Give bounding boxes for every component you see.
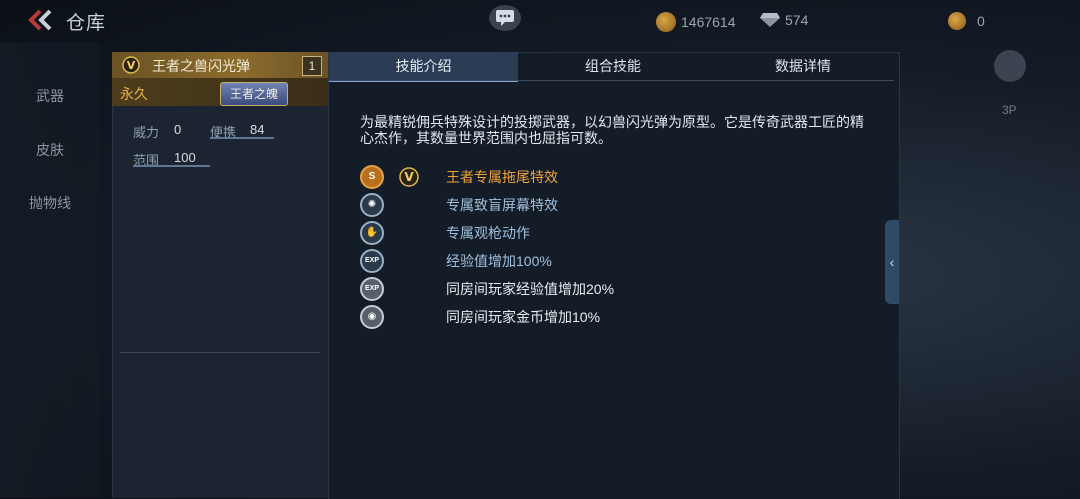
diamond-counter: 574 xyxy=(760,12,808,28)
room-exp-icon: EXP xyxy=(360,277,384,301)
left-nav-background xyxy=(0,42,100,498)
item-description: 为最精锐佣兵特殊设计的投掷武器，以幻兽闪光弹为原型。它是传奇武器工匠的精心杰作，… xyxy=(360,114,864,146)
inspect-action-icon: ✋ xyxy=(360,221,384,245)
king-emblem-icon: V xyxy=(122,56,140,74)
chat-button[interactable] xyxy=(489,5,521,31)
page-title: 仓库 xyxy=(66,13,107,34)
diamond-amount: 574 xyxy=(785,12,809,28)
medal-icon xyxy=(948,12,966,30)
stat-portability-value: 84 xyxy=(250,122,265,137)
king-badge: 王者之魄 xyxy=(220,82,288,106)
tab-data-details[interactable]: 数据详情 xyxy=(708,52,898,80)
chevron-left-icon: ‹ xyxy=(889,254,895,270)
skill-row: EXP 经验值增加100% xyxy=(360,248,552,274)
skill-row: EXP 同房间玩家经验值增加20% xyxy=(360,276,614,302)
skill-text: 专属观枪动作 xyxy=(446,225,530,241)
skill-row: ✋ 专属观枪动作 xyxy=(360,220,530,246)
skill-text: 同房间玩家金币增加10% xyxy=(446,309,601,325)
skill-text: 王者专属拖尾特效 xyxy=(446,169,558,185)
stat-power-value: 0 xyxy=(174,122,182,137)
medal-amount: 0 xyxy=(977,13,985,29)
blind-effect-icon: ✺ xyxy=(360,193,384,217)
collapse-panel-handle[interactable]: ‹ xyxy=(885,220,899,304)
stat-range-bar xyxy=(133,165,210,167)
skill-row: ✺ 专属致盲屏幕特效 xyxy=(360,192,558,218)
item-name: 王者之兽闪光弹 xyxy=(152,58,250,74)
nav-item-skins[interactable]: 皮肤 xyxy=(0,140,100,160)
room-gold-icon: ◉ xyxy=(360,305,384,329)
skill-row: S V 王者专属拖尾特效 xyxy=(360,164,558,190)
back-button[interactable] xyxy=(26,8,54,32)
skill-text: 专属致盲屏幕特效 xyxy=(446,197,558,213)
tab-skill-intro[interactable]: 技能介绍 xyxy=(329,52,518,82)
gold-coin-icon xyxy=(656,12,676,32)
item-count-badge: 1 xyxy=(302,56,322,76)
stat-range-value: 100 xyxy=(174,150,196,165)
tab-underline xyxy=(328,80,894,81)
item-duration: 永久 xyxy=(120,86,148,102)
gold-amount: 1467614 xyxy=(681,14,736,30)
rotate-view-button[interactable] xyxy=(994,50,1026,82)
diamond-icon xyxy=(760,13,780,27)
stat-power-label: 威力 xyxy=(133,125,160,140)
king-trail-icon: S xyxy=(360,165,384,189)
stat-portability-bar xyxy=(210,137,274,139)
gold-counter: 1467614 xyxy=(656,12,736,32)
nav-item-weapons[interactable]: 武器 xyxy=(0,86,100,106)
skill-text: 经验值增加100% xyxy=(446,253,552,269)
item-card xyxy=(112,52,330,498)
skill-text: 同房间玩家经验值增加20% xyxy=(446,281,615,297)
card-divider xyxy=(120,352,320,353)
tab-combo-skills[interactable]: 组合技能 xyxy=(518,52,708,80)
back-chevron-icon xyxy=(28,9,52,31)
chat-bubble-icon xyxy=(496,10,514,26)
svg-text:V: V xyxy=(127,59,136,72)
king-emblem-icon: V xyxy=(399,167,419,187)
top-bar xyxy=(0,0,1080,42)
nav-item-trajectory[interactable]: 抛物线 xyxy=(0,193,100,213)
svg-text:V: V xyxy=(404,170,414,184)
skill-row: ◉ 同房间玩家金币增加10% xyxy=(360,304,600,330)
medal-counter: 0 xyxy=(948,12,985,30)
view-mode-label[interactable]: 3P xyxy=(1002,103,1017,117)
exp-icon: EXP xyxy=(360,249,384,273)
